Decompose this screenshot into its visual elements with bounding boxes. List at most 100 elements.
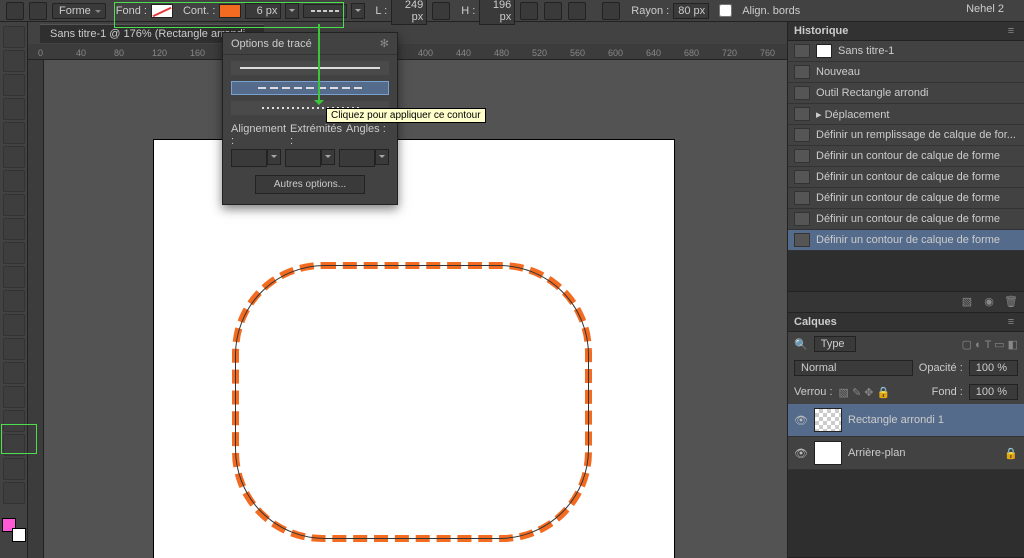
hand-tool[interactable] [3,458,25,480]
lasso-tool[interactable] [3,74,25,96]
crop-tool[interactable] [3,122,25,144]
history-item[interactable]: Définir un remplissage de calque de for.… [788,125,1024,146]
width-label: L : [375,5,387,17]
opacity-label: Opacité : [919,362,963,374]
history-item[interactable]: Définir un contour de calque de forme [788,230,1024,251]
path-select-tool[interactable] [3,410,25,432]
history-item[interactable]: Définir un contour de calque de forme [788,167,1024,188]
caps-caret[interactable] [321,149,335,165]
history-item[interactable]: Définir un contour de calque de forme [788,188,1024,209]
history-step-icon [794,65,810,79]
visibility-icon[interactable]: 👁 [794,447,808,460]
canvas-area[interactable] [44,60,787,558]
history-empty-area [788,251,1024,291]
history-step-label: ▸ Déplacement [816,108,889,121]
filter-magnify-icon[interactable]: 🔍 [794,338,808,351]
history-step-label: Nouveau [816,66,860,78]
fill-label: Fond : [116,5,147,17]
wand-tool[interactable] [3,98,25,120]
align-select[interactable] [231,149,267,167]
width-input[interactable]: 249 px [391,0,427,25]
history-doc-row[interactable]: Sans titre-1 [788,41,1024,62]
history-panel-menu-icon[interactable]: ≡ [1004,25,1018,37]
app-logo [6,2,24,20]
more-options-button[interactable]: Autres options... [255,175,365,194]
gear-icon[interactable] [602,2,620,20]
history-step-label: Définir un contour de calque de forme [816,192,1000,204]
layer-row-shape[interactable]: 👁 Rectangle arrondi 1 [788,404,1024,437]
layer-fill-input[interactable]: 100 % [969,384,1018,400]
link-wh-icon[interactable] [432,2,450,20]
layers-panel-menu-icon[interactable]: ≡ [1004,316,1018,328]
stroke-swatch[interactable] [219,4,241,18]
zoom-tool[interactable] [3,482,25,504]
history-step-icon [794,212,810,226]
workspace-label[interactable]: Nehel 2 [966,3,1004,15]
layers-panel-title: Calques [794,316,837,328]
popup-gear-icon[interactable]: ✻ [380,37,389,50]
rounded-rectangle-shape[interactable] [232,262,592,542]
history-item[interactable]: Définir un contour de calque de forme [788,146,1024,167]
history-item[interactable]: Outil Rectangle arrondi [788,83,1024,104]
brush-icon [794,44,810,58]
ruler-vertical [28,60,44,558]
stroke-width-dropdown[interactable] [285,3,299,19]
history-panel: Historique ≡ Sans titre-1 Nouveau Outil Re… [788,22,1024,313]
layer-filter-icons[interactable]: ▢ ◐ T ▭ ◧ [962,338,1018,351]
history-snapshot-icon[interactable]: ▧ [960,295,974,309]
history-item[interactable]: ▸ Déplacement [788,104,1024,125]
eraser-tool[interactable] [3,266,25,288]
pen-tool[interactable] [3,362,25,384]
history-step-icon [794,86,810,100]
blend-mode-select[interactable]: Normal [794,360,913,376]
blur-tool[interactable] [3,314,25,336]
dodge-tool[interactable] [3,338,25,360]
lock-icon: 🔒 [1004,447,1018,460]
history-brush-tool[interactable] [3,242,25,264]
caps-select[interactable] [285,149,321,167]
history-trash-icon[interactable]: 🗑 [1004,295,1018,309]
ruler-horizontal: 0408012016020024028032036040044048052056… [28,44,787,60]
history-step-label: Définir un contour de calque de forme [816,213,1000,225]
history-item[interactable]: Nouveau [788,62,1024,83]
align-edges-checkbox[interactable] [719,4,732,17]
visibility-icon[interactable]: 👁 [794,414,808,427]
color-swatches[interactable] [2,518,26,542]
marquee-tool[interactable] [3,50,25,72]
opacity-input[interactable]: 100 % [969,360,1018,376]
corners-caret[interactable] [375,149,389,165]
radius-input[interactable]: 80 px [673,3,709,19]
history-panel-title: Historique [794,25,848,37]
stroke-preset-solid[interactable] [231,61,389,75]
stroke-preset-dashed[interactable] [231,81,389,95]
history-camera-icon[interactable]: ◉ [982,295,996,309]
stroke-type-caret[interactable] [351,3,365,19]
shape-mode-dropdown[interactable]: Forme [52,3,106,19]
align-caret[interactable] [267,149,281,165]
toolbox-separator [3,506,25,512]
shape-tool[interactable] [3,434,25,456]
tool-preset-icon[interactable] [29,2,47,20]
brush-tool[interactable] [3,194,25,216]
healing-tool[interactable] [3,170,25,192]
layer-filter-type[interactable]: Type [814,336,856,352]
corners-select[interactable] [339,149,375,167]
path-op-icon-3[interactable] [568,2,586,20]
stroke-width-input[interactable]: 6 px [245,3,281,19]
fill-swatch[interactable] [151,4,173,18]
history-item[interactable]: Définir un contour de calque de forme [788,209,1024,230]
stamp-tool[interactable] [3,218,25,240]
type-tool[interactable] [3,386,25,408]
path-op-icon-2[interactable] [544,2,562,20]
height-input[interactable]: 196 px [479,0,515,25]
layer-name-bg: Arrière-plan [848,447,905,459]
eyedropper-tool[interactable] [3,146,25,168]
move-tool[interactable] [3,26,25,48]
history-step-label: Définir un contour de calque de forme [816,171,1000,183]
layer-row-bg[interactable]: 👁 Arrière-plan 🔒 [788,437,1024,470]
path-op-icon-1[interactable] [520,2,538,20]
stroke-type-dropdown[interactable] [303,4,347,18]
options-bar: Forme Fond : Cont. : 6 px L : 249 px H :… [0,0,1024,22]
lock-icons[interactable]: ▧ ✎ ✥ 🔒 [839,386,891,399]
gradient-tool[interactable] [3,290,25,312]
